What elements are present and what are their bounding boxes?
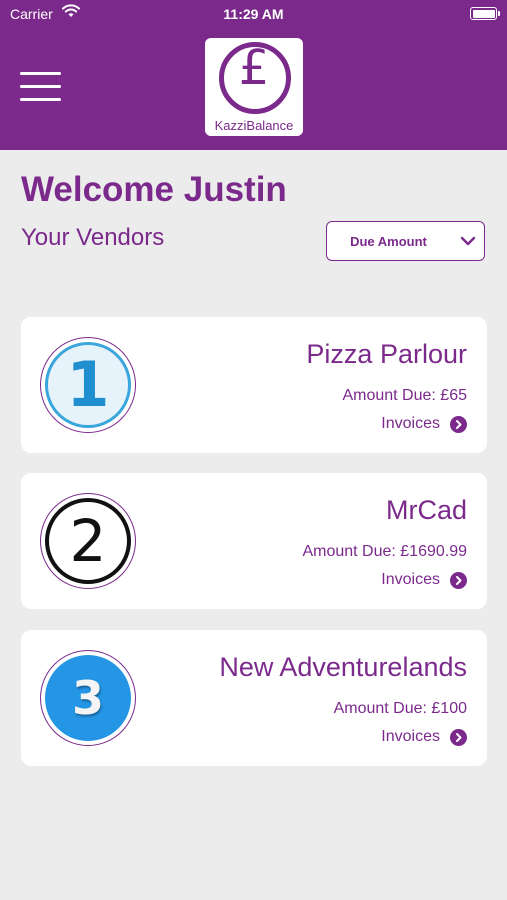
hamburger-menu-icon[interactable] (20, 72, 61, 102)
vendor-card[interactable]: 3 New Adventurelands Amount Due: £100 In… (21, 630, 487, 766)
chevron-down-icon (460, 233, 476, 254)
invoices-link[interactable]: Invoices (381, 727, 467, 747)
rank-3-badge-icon: 3 (40, 650, 136, 746)
vendor-name: MrCad (385, 495, 467, 525)
logo-text: KazziBalance (214, 118, 294, 133)
app-logo: £ KazziBalance (205, 38, 303, 136)
rank-1-badge-icon: 1 (40, 337, 136, 433)
rank-2-badge-icon: 2 (40, 493, 136, 589)
amount-due: Amount Due: £1690.99 (302, 543, 467, 560)
chevron-right-circle-icon (450, 415, 467, 433)
invoices-label: Invoices (381, 571, 440, 588)
battery-icon (470, 7, 500, 20)
invoices-link[interactable]: Invoices (381, 414, 467, 434)
status-time: 11:29 AM (223, 6, 284, 22)
vendors-subtitle: Your Vendors (21, 224, 165, 251)
pound-icon: £ (238, 40, 270, 96)
vendor-card[interactable]: 2 MrCad Amount Due: £1690.99 Invoices (21, 473, 487, 609)
invoices-label: Invoices (381, 415, 440, 432)
sort-dropdown[interactable]: Due Amount (326, 221, 485, 261)
vendor-card[interactable]: 1 Pizza Parlour Amount Due: £65 Invoices (21, 317, 487, 453)
amount-due: Amount Due: £65 (342, 387, 467, 404)
invoices-link[interactable]: Invoices (381, 570, 467, 590)
vendor-name: New Adventurelands (219, 652, 467, 682)
welcome-heading: Welcome Justin (21, 170, 287, 209)
sort-dropdown-value: Due Amount (350, 234, 427, 249)
vendor-name: Pizza Parlour (306, 339, 467, 369)
chevron-right-circle-icon (450, 571, 467, 589)
status-bar: Carrier 11:29 AM (0, 0, 507, 28)
chevron-right-circle-icon (450, 728, 467, 746)
amount-due: Amount Due: £100 (333, 700, 467, 717)
app-header: Carrier 11:29 AM £ KazziBalance (0, 0, 507, 150)
invoices-label: Invoices (381, 728, 440, 745)
